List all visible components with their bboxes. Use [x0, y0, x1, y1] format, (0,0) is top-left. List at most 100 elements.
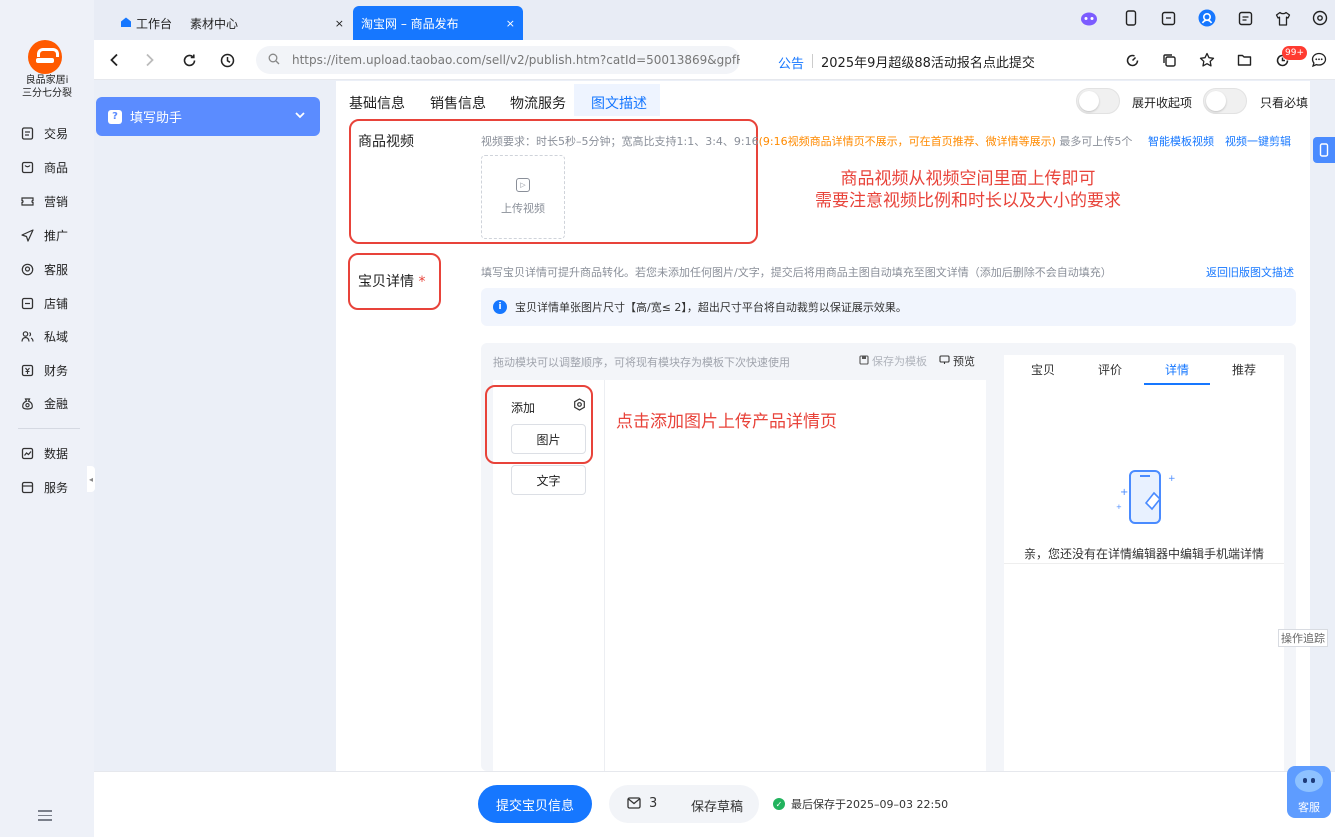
svg-text:+: + — [1116, 503, 1122, 511]
address-bar: https://item.upload.taobao.com/sell/v2/p… — [94, 40, 1335, 80]
video-annotation-line1: 商品视频从视频空间里面上传即可 — [840, 169, 1096, 189]
preview-divider — [1004, 563, 1284, 564]
rail-item-promotion[interactable]: 推广 — [20, 224, 90, 246]
rail-item-goods[interactable]: 商品 — [20, 156, 90, 178]
fill-helper-dropdown[interactable]: ? 填写助手 — [96, 97, 320, 136]
add-image-annotation: 点击添加图片上传产品详情页 — [616, 412, 837, 432]
tab-workbench[interactable]: 工作台 — [120, 6, 172, 40]
speed-icon[interactable] — [1122, 50, 1142, 70]
rail-item-banking[interactable]: 金融 — [20, 392, 90, 414]
customer-service-button[interactable]: 客服 — [1287, 766, 1331, 818]
expand-collapse-toggle[interactable] — [1076, 88, 1120, 114]
mascot-icon[interactable] — [1080, 9, 1098, 27]
edit-icon[interactable] — [1236, 9, 1254, 27]
close-icon[interactable]: × — [335, 17, 344, 30]
app-rail: 良品家居i 三分七分裂 交易 商品 营销 推广 客服 店铺 私域 财务 金融 数… — [0, 0, 94, 837]
rail-item-marketing[interactable]: 营销 — [20, 190, 90, 212]
folder-icon[interactable] — [1234, 50, 1254, 70]
copy-icon[interactable] — [1159, 50, 1179, 70]
save-draft-label: 保存草稿 — [691, 800, 744, 815]
editor-hint: 拖动模块可以调整顺序，可将现有模块存为模板下次快速使用 — [493, 356, 790, 369]
add-text-button[interactable]: 文字 — [511, 465, 586, 495]
upload-video-label: 上传视频 — [501, 202, 545, 215]
back-icon[interactable] — [104, 50, 124, 70]
tab-material-center[interactable]: 素材中心 × — [190, 6, 352, 40]
rail-item-customer-service[interactable]: 客服 — [20, 258, 90, 280]
upload-video-button[interactable]: ▷ 上传视频 — [481, 155, 565, 239]
notice-label[interactable]: 公告 — [778, 53, 804, 72]
shop-logo[interactable] — [28, 40, 62, 74]
shop-name-sub: 三分七分裂 — [22, 88, 72, 99]
bag-icon — [20, 396, 34, 410]
shirt-icon[interactable] — [1274, 9, 1292, 27]
rail-item-trade[interactable]: 交易 — [20, 122, 90, 144]
star-icon[interactable] — [1197, 50, 1217, 70]
rail-divider — [18, 428, 80, 429]
rail-item-label: 客服 — [44, 262, 69, 277]
tab-sales-info[interactable]: 销售信息 — [430, 93, 486, 113]
history-icon[interactable] — [217, 50, 237, 70]
monitor-icon — [939, 354, 950, 368]
rail-item-shop[interactable]: 店铺 — [20, 292, 90, 314]
rail-item-label: 营销 — [44, 194, 69, 209]
old-editor-link[interactable]: 返回旧版图文描述 — [1206, 264, 1294, 280]
settings-icon[interactable] — [1311, 9, 1329, 27]
rail-item-label: 服务 — [44, 480, 69, 495]
tab-logistics[interactable]: 物流服务 — [510, 93, 566, 113]
service-icon — [20, 480, 34, 494]
preview-tab-recommend[interactable]: 推荐 — [1211, 361, 1277, 383]
url-text: https://item.upload.taobao.com/sell/v2/p… — [292, 53, 740, 67]
tab-basic-info[interactable]: 基础信息 — [349, 93, 405, 113]
rail-item-service[interactable]: 服务 — [20, 476, 90, 498]
required-only-toggle[interactable] — [1203, 88, 1247, 114]
svg-text:+: + — [1168, 474, 1176, 484]
tab-publish-goods[interactable]: 淘宝网 – 商品发布 × — [353, 6, 523, 40]
smart-template-video-link[interactable]: 智能模板视频 — [1148, 133, 1214, 149]
detail-editor: 拖动模块可以调整顺序，可将现有模块存为模板下次快速使用 保存为模板 预览 添加 … — [481, 343, 1296, 771]
expand-collapse-label: 展开收起项 — [1132, 96, 1193, 110]
rail-item-finance[interactable]: 财务 — [20, 359, 90, 381]
phone-icon[interactable] — [1122, 9, 1140, 27]
menu-icon[interactable] — [38, 810, 52, 824]
mail-icon — [627, 797, 641, 813]
draft-count: 3 — [649, 796, 658, 811]
reload-icon[interactable] — [179, 50, 199, 70]
account-icon[interactable] — [1198, 9, 1216, 27]
operation-trace-button[interactable]: 操作追踪 — [1278, 629, 1328, 647]
detail-section-title: 宝贝详情 * — [358, 274, 426, 290]
video-edit-link[interactable]: 视频一键剪辑 — [1225, 133, 1291, 149]
close-icon[interactable]: × — [506, 17, 515, 30]
chat-icon[interactable] — [1309, 50, 1329, 70]
preview-tab-review[interactable]: 评价 — [1077, 361, 1143, 383]
rail-item-label: 推广 — [44, 228, 69, 243]
url-field[interactable]: https://item.upload.taobao.com/sell/v2/p… — [256, 46, 740, 74]
preview-button[interactable]: 预览 — [939, 353, 975, 369]
chart-icon — [20, 446, 34, 460]
svg-text:+: + — [1120, 487, 1128, 498]
info-icon: i — [493, 300, 507, 314]
tab-description[interactable]: 图文描述 — [591, 93, 647, 113]
collapse-sidebar-handle[interactable]: ◂ — [87, 466, 95, 492]
rail-item-private-domain[interactable]: 私域 — [20, 325, 90, 347]
rail-item-data[interactable]: 数据 — [20, 442, 90, 464]
save-template-button[interactable]: 保存为模板 — [859, 353, 927, 369]
send-icon — [20, 228, 34, 242]
preview-empty-text: 亲，您还没有在详情编辑器中编辑手机端详情 — [1023, 547, 1264, 561]
preview-tab-detail[interactable]: 详情 — [1144, 361, 1210, 385]
detail-hint: 填写宝贝详情可提升商品转化。若您未添加任何图片/文字，提交后将用商品主图自动填充… — [481, 266, 1112, 279]
notice-text[interactable]: 2025年9月超级88活动报名点此提交 — [821, 52, 1035, 71]
tab-label: 工作台 — [136, 16, 173, 31]
save-icon — [859, 354, 869, 368]
browser-tab-bar: 工作台 素材中心 × 淘宝网 – 商品发布 × — [94, 0, 1335, 40]
chevron-down-icon — [294, 109, 306, 125]
play-icon: ▷ — [516, 178, 530, 192]
home-icon — [120, 16, 132, 31]
required-only-label: 只看必填 — [1260, 96, 1309, 110]
submit-button[interactable]: 提交宝贝信息 — [478, 785, 592, 823]
preview-tab-item[interactable]: 宝贝 — [1010, 361, 1076, 383]
mobile-preview-float-button[interactable] — [1313, 137, 1335, 163]
book-icon[interactable] — [1159, 9, 1177, 27]
mascot-face-icon — [1295, 770, 1323, 792]
save-draft-button[interactable]: 3 保存草稿 — [609, 785, 759, 823]
forward-icon[interactable] — [140, 50, 160, 70]
